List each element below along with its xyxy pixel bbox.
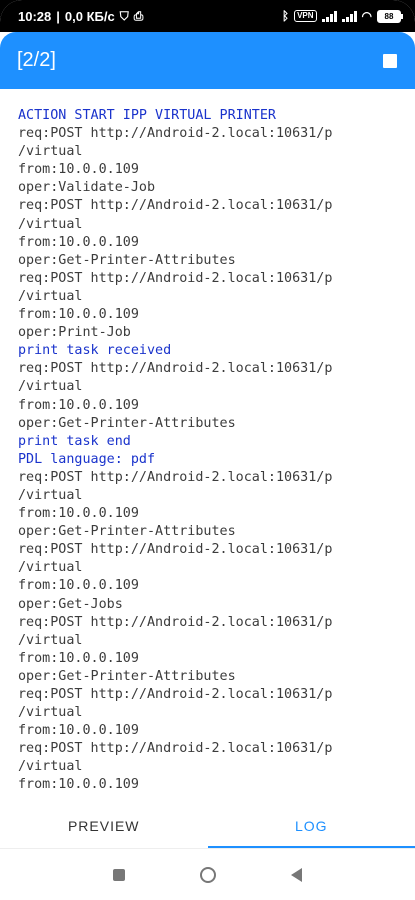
app-bar: [2/2] [0, 32, 415, 89]
log-line: oper:Get-Printer-Attributes [18, 524, 236, 540]
vpn-icon: VPN [294, 10, 317, 22]
log-line: oper:Validate-Job [18, 180, 156, 196]
log-line: /virtual [18, 705, 83, 721]
log-line: from:10.0.0.109 [18, 650, 139, 666]
log-line: req:POST http://Android-2.local:10631/p [18, 741, 333, 757]
bottom-tabs: PREVIEW LOG [0, 806, 415, 848]
log-line: from:10.0.0.109 [18, 506, 139, 522]
tab-log-label: LOG [294, 818, 328, 834]
log-line: print task received [18, 343, 172, 359]
printer-icon: ⎙ [133, 8, 144, 23]
recents-icon[interactable] [113, 869, 125, 881]
status-time: 10:28 [18, 8, 52, 24]
log-line: from:10.0.0.109 [18, 162, 139, 178]
system-nav-bar [0, 848, 415, 900]
log-line: /virtual [18, 288, 83, 304]
log-line: from:10.0.0.109 [18, 234, 139, 250]
tab-preview[interactable]: PREVIEW [0, 806, 208, 846]
log-line: from:10.0.0.109 [18, 397, 139, 413]
signal-icon-1 [321, 10, 337, 22]
log-line: /virtual [18, 560, 83, 576]
log-line: ACTION START IPP VIRTUAL PRINTER [18, 108, 276, 123]
log-line: oper:Get-Printer-Attributes [18, 415, 236, 431]
log-line: req:POST http://Android-2.local:10631/p [18, 687, 333, 702]
log-line: from:10.0.0.109 [18, 307, 139, 323]
home-icon[interactable] [200, 867, 216, 883]
log-line: from:10.0.0.109 [18, 578, 139, 594]
battery-icon: 88 [377, 9, 403, 23]
log-line: /virtual [18, 216, 83, 232]
log-line: /virtual [18, 759, 83, 775]
log-line: from:10.0.0.109 [18, 723, 139, 739]
wifi-icon: ◠ [361, 9, 372, 23]
shield-heart-icon: ⛉ [119, 8, 129, 23]
log-line: req:POST http://Android-2.local:10631/p [18, 542, 333, 558]
tab-preview-label: PREVIEW [67, 818, 140, 834]
stop-button[interactable] [383, 53, 397, 68]
log-line: req:POST http://Android-2.local:10631/p [18, 198, 333, 214]
battery-level: 88 [384, 11, 394, 21]
log-line: oper:Get-Jobs [18, 596, 123, 612]
log-line: /virtual [18, 487, 83, 503]
tab-log[interactable]: LOG [207, 806, 415, 848]
status-left: 10:28 | 0,0 КБ/с ⛉ ⎙ [18, 9, 143, 24]
status-separator: | [56, 8, 60, 24]
signal-icon-2 [341, 10, 357, 22]
log-line: from:10.0.0.109 [18, 777, 139, 793]
status-right: ᛒ VPN ◠ 88 [281, 9, 403, 23]
log-line: req:POST http://Android-2.local:10631/p [18, 614, 333, 630]
log-line: req:POST http://Android-2.local:10631/p [18, 469, 333, 485]
log-line: PDL language: pdf [18, 451, 156, 467]
log-line: req:POST http://Android-2.local:10631/p [18, 126, 333, 142]
log-line: oper:Print-Job [18, 325, 131, 341]
bluetooth-icon: ᛒ [281, 9, 290, 23]
log-line: req:POST http://Android-2.local:10631/p [18, 270, 333, 286]
log-line: oper:Get-Printer-Attributes [18, 668, 236, 684]
app-screen: 10:28 | 0,0 КБ/с ⛉ ⎙ ᛒ VPN ◠ 88 [2/2] AC… [0, 0, 415, 900]
log-line: /virtual [18, 379, 83, 395]
log-output[interactable]: ACTION START IPP VIRTUAL PRINTER req:POST… [18, 107, 408, 802]
page-title: [2/2] [17, 49, 56, 71]
log-line: req:POST http://Android-2.local:10631/p [18, 361, 333, 377]
log-line: /virtual [18, 632, 83, 648]
status-bar: 10:28 | 0,0 КБ/с ⛉ ⎙ ᛒ VPN ◠ 88 [0, 0, 415, 32]
status-speed: 0,0 КБ/с [64, 8, 115, 24]
log-line: /virtual [18, 144, 83, 160]
log-line: oper:Get-Printer-Attributes [18, 252, 236, 268]
back-icon[interactable] [291, 868, 302, 882]
log-line: print task end [18, 433, 131, 449]
